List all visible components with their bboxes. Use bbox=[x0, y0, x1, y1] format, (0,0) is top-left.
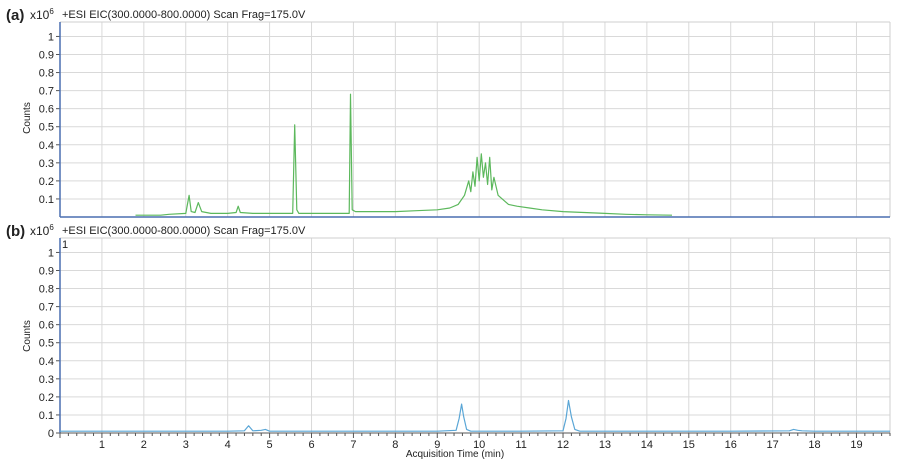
panel-b-xtick-label: 19 bbox=[850, 439, 862, 451]
panel-b-xtick-label: 17 bbox=[767, 439, 779, 451]
panel-b-ytick-label: 0.9 bbox=[39, 266, 54, 278]
panel-a-ytick-label: 0.9 bbox=[39, 50, 54, 62]
panel-b-ytick-label: 0.1 bbox=[39, 410, 54, 422]
panel-a-label: (a) bbox=[6, 7, 24, 24]
panel-b-multiplier-base: x10 bbox=[30, 224, 50, 238]
panel-b-xtick-label: 14 bbox=[641, 439, 653, 451]
panel-b-ytick-label: 0.4 bbox=[39, 356, 54, 368]
panel-a-ytick-label: 1 bbox=[48, 31, 54, 43]
panel-b-xtick-label: 13 bbox=[599, 439, 611, 451]
panel-b-multiplier: x106 bbox=[30, 223, 54, 238]
panel-b-xtick-label: 3 bbox=[183, 439, 189, 451]
panel-b-xtick-label: 18 bbox=[808, 439, 820, 451]
panel-b-trace bbox=[60, 399, 890, 432]
panel-b-xtick-label: 4 bbox=[225, 439, 231, 451]
panel-b-xtick-label: 12 bbox=[557, 439, 569, 451]
panel-b-xtick-label: 2 bbox=[141, 439, 147, 451]
panel-b-ytick-label: 0 bbox=[48, 428, 54, 440]
panel-a-multiplier-base: x10 bbox=[30, 8, 50, 22]
panel-a-ytick-label: 0.4 bbox=[39, 140, 54, 152]
panel-a-ytick-label: 0.3 bbox=[39, 158, 54, 170]
panel-a-ytick-label: 0.5 bbox=[39, 122, 54, 134]
panel-b-ytick-label: 0.6 bbox=[39, 320, 54, 332]
panel-b-ytick-label: 1 bbox=[48, 247, 54, 259]
panel-b-ylabel: Counts bbox=[22, 320, 33, 352]
panel-a-ytick-label: 0.8 bbox=[39, 68, 54, 80]
panel-b-xtick-label: 5 bbox=[267, 439, 273, 451]
panel-a-trace bbox=[135, 93, 673, 216]
panel-a-ytick-label: 0.6 bbox=[39, 104, 54, 116]
panel-b-xtick-label: 11 bbox=[515, 439, 526, 451]
panel-b-xtick-label: 9 bbox=[434, 439, 440, 451]
panel-b-marker: 1 bbox=[62, 239, 68, 251]
panel-a-title: +ESI EIC(300.0000-800.0000) Scan Frag=17… bbox=[62, 9, 306, 21]
panel-b-ytick-label: 0.3 bbox=[39, 374, 54, 386]
panel-a-plot: 0.1 0.2 0.3 0.4 0.5 0.6 0.7 0.8 0.9 1 bbox=[39, 21, 891, 218]
panel-b-xtick-label: 1 bbox=[99, 439, 105, 451]
panel-b-plot: 00.10.20.30.40.50.60.70.80.911 2 3 4 5 6 7 8 9 10… bbox=[39, 237, 891, 451]
panel-a-ylabel: Counts bbox=[22, 102, 33, 134]
panel-a-ytick-label: 0.2 bbox=[39, 176, 54, 188]
panel-b-xtick-label: 6 bbox=[308, 439, 314, 451]
panel-b-label: (b) bbox=[6, 223, 25, 240]
panel-b-ytick-label: 0.8 bbox=[39, 284, 54, 296]
panel-b-ytick-label: 0.5 bbox=[39, 338, 54, 350]
panel-b-ytick-label: 0.7 bbox=[39, 302, 54, 314]
panel-a-multiplier-exp: 6 bbox=[49, 7, 54, 16]
panel-b-title: +ESI EIC(300.0000-800.0000) Scan Frag=17… bbox=[62, 225, 306, 237]
panel-b-ytick-label: 0.2 bbox=[39, 392, 54, 404]
panel-b-xtick-label: 8 bbox=[392, 439, 398, 451]
panel-a-ytick-label: 0.7 bbox=[39, 86, 54, 98]
panel-b-xtick-label: 16 bbox=[725, 439, 737, 451]
panel-b-xlabel: Acquisition Time (min) bbox=[406, 449, 504, 460]
panel-b-multiplier-exp: 6 bbox=[49, 223, 54, 232]
panel-b-xtick-label: 10 bbox=[473, 439, 485, 451]
panel-b-xtick-label: 15 bbox=[683, 439, 695, 451]
panel-b-xtick-label: 7 bbox=[350, 439, 356, 451]
panel-a-multiplier: x106 bbox=[30, 7, 54, 22]
panel-a-ytick-label: 0.1 bbox=[39, 194, 54, 206]
chromatogram-figure: (a) x106 +ESI EIC(300.0000-800.0000) Sca… bbox=[6, 7, 891, 460]
